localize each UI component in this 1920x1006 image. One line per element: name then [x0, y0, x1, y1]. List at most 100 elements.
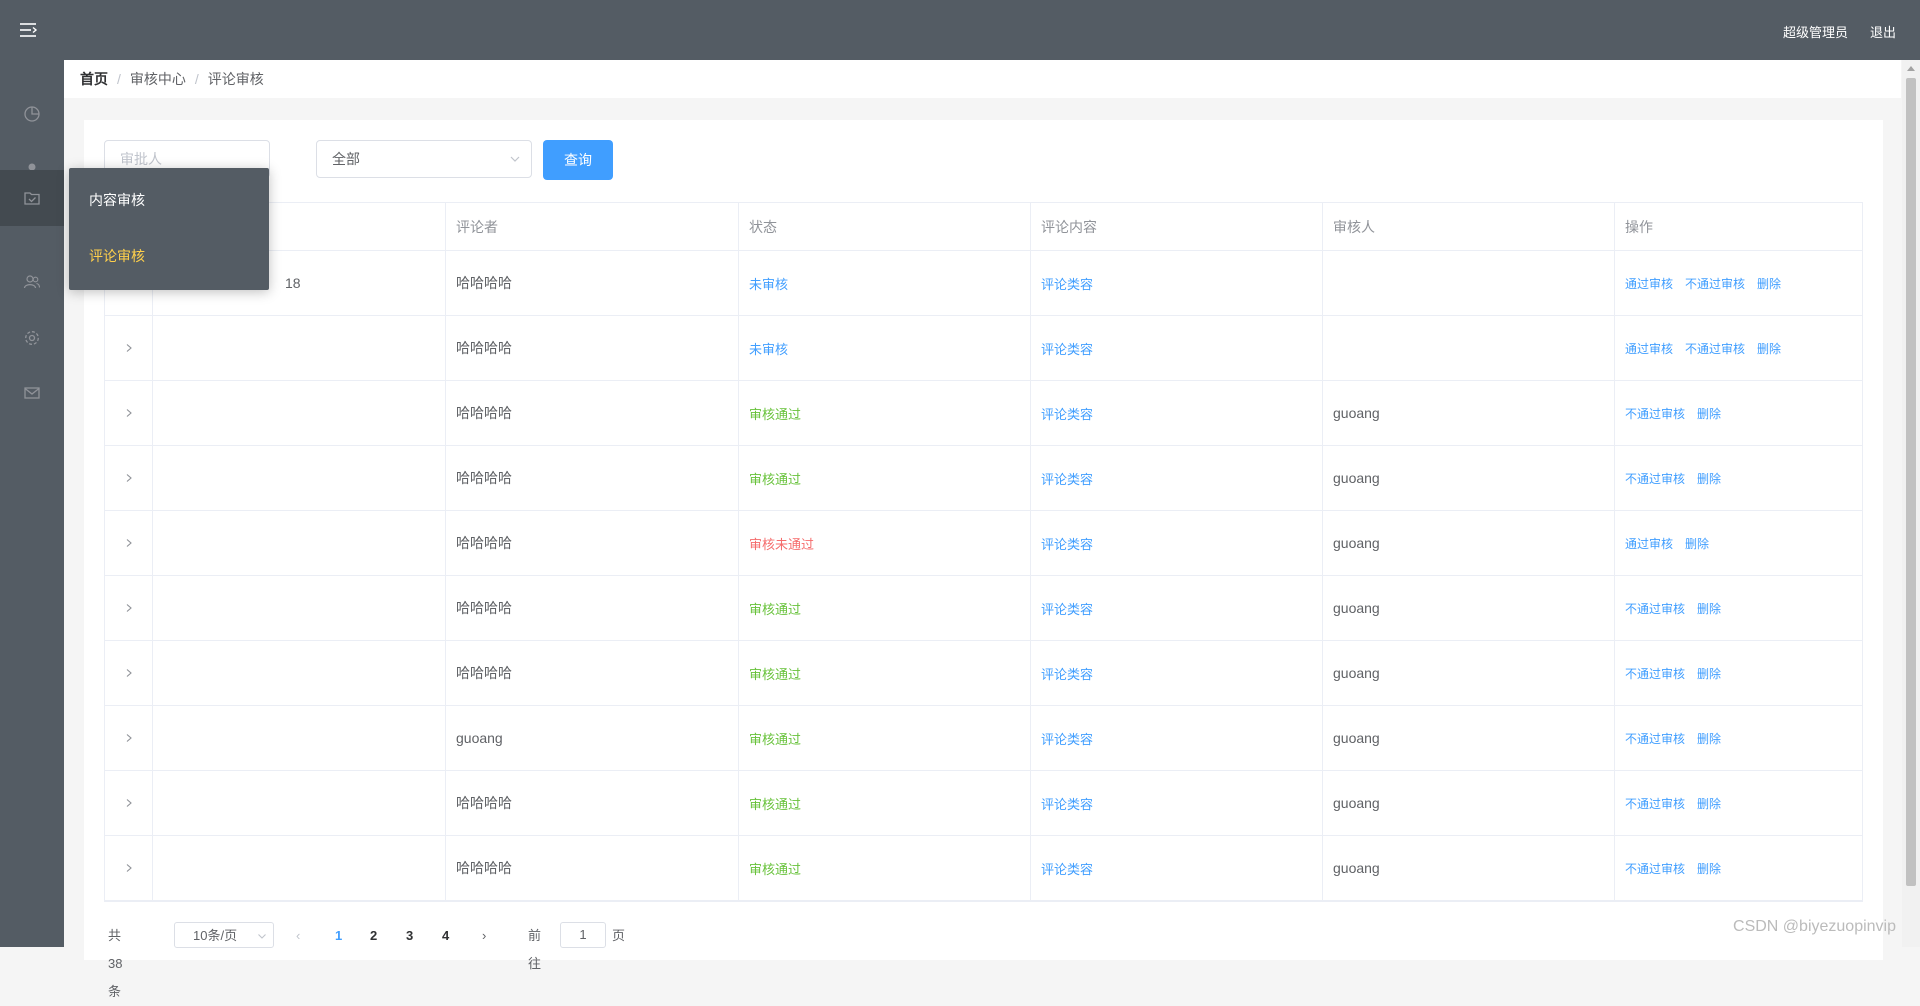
comment-content-link[interactable]: 评论类容: [1041, 274, 1093, 293]
approve-button[interactable]: 通过审核: [1625, 275, 1673, 292]
sidebar-item-dashboard[interactable]: [0, 86, 64, 142]
menu-toggle-icon[interactable]: [18, 20, 38, 40]
delete-button[interactable]: 删除: [1697, 795, 1721, 812]
delete-button[interactable]: 删除: [1697, 730, 1721, 747]
reject-button[interactable]: 不通过审核: [1625, 470, 1685, 487]
goto-page-input[interactable]: [560, 922, 606, 948]
expand-row-toggle[interactable]: [105, 771, 153, 835]
content-cell: 评论类容: [1031, 381, 1323, 445]
table-row: 哈哈哈哈 审核通过 评论类容 guoang 不通过审核 删除: [105, 771, 1862, 836]
comment-content-link[interactable]: 评论类容: [1041, 859, 1093, 878]
actions-cell: 不通过审核 删除: [1615, 446, 1862, 510]
expand-row-toggle[interactable]: [105, 576, 153, 640]
status-cell: 审核通过: [739, 576, 1031, 640]
breadcrumb-separator: /: [194, 71, 199, 87]
breadcrumb-home[interactable]: 首页: [80, 71, 108, 87]
row-blank-cell: [153, 511, 446, 575]
query-button[interactable]: 查询: [543, 140, 613, 180]
status-select[interactable]: 全部: [316, 140, 532, 178]
delete-button[interactable]: 删除: [1685, 535, 1709, 552]
delete-button[interactable]: 删除: [1757, 275, 1781, 292]
table-row: 哈哈哈哈 审核通过 评论类容 guoang 不通过审核 删除: [105, 576, 1862, 641]
reject-button[interactable]: 不通过审核: [1685, 340, 1745, 357]
sidebar-item-members[interactable]: [0, 254, 64, 310]
sidebar-item-audit[interactable]: [0, 170, 64, 226]
page-1-button[interactable]: 1: [335, 922, 342, 950]
expand-row-toggle[interactable]: [105, 381, 153, 445]
reject-button[interactable]: 不通过审核: [1685, 275, 1745, 292]
scrollbar-thumb[interactable]: [1906, 78, 1916, 886]
actions-cell: 不通过审核 删除: [1615, 576, 1862, 640]
next-page-button[interactable]: ›: [482, 922, 486, 950]
current-user-label[interactable]: 超级管理员: [1783, 22, 1848, 41]
submenu-item-comment-audit[interactable]: 评论审核: [69, 228, 269, 284]
gear-icon: [25, 331, 39, 345]
scroll-up-arrow[interactable]: [1907, 66, 1915, 71]
content-cell: 评论类容: [1031, 511, 1323, 575]
page-3-button[interactable]: 3: [406, 922, 413, 950]
commenter-cell: 哈哈哈哈: [446, 316, 739, 380]
main-card: 全部 查询 评论者 状态 评论内容 审核人 操作 18哈哈哈哈未审核评论类容通过…: [84, 120, 1883, 999]
submenu-item-content-audit[interactable]: 内容审核: [69, 172, 269, 228]
prev-page-button[interactable]: ‹: [296, 922, 300, 950]
page-4-button[interactable]: 4: [442, 922, 449, 950]
comment-content-link[interactable]: 评论类容: [1041, 404, 1093, 423]
expand-row-toggle[interactable]: [105, 511, 153, 575]
logout-link[interactable]: 退出: [1870, 22, 1896, 41]
comment-content-link[interactable]: 评论类容: [1041, 664, 1093, 683]
actions-cell: 不通过审核 删除: [1615, 771, 1862, 835]
sidebar-item-settings[interactable]: [0, 310, 64, 366]
expand-row-toggle[interactable]: [105, 836, 153, 900]
status-badge: 未审核: [749, 341, 789, 357]
commenter-cell: 哈哈哈哈: [446, 251, 739, 315]
row-blank-cell: [153, 446, 446, 510]
status-cell: 未审核: [739, 316, 1031, 380]
auditor-cell: guoang: [1323, 446, 1615, 510]
comment-content-link[interactable]: 评论类容: [1041, 729, 1093, 748]
delete-button[interactable]: 删除: [1697, 600, 1721, 617]
delete-button[interactable]: 删除: [1697, 665, 1721, 682]
content-cell: 评论类容: [1031, 771, 1323, 835]
comment-content-link[interactable]: 评论类容: [1041, 599, 1093, 618]
delete-button[interactable]: 删除: [1757, 340, 1781, 357]
delete-button[interactable]: 删除: [1697, 405, 1721, 422]
comment-content-link[interactable]: 评论类容: [1041, 469, 1093, 488]
reject-button[interactable]: 不通过审核: [1625, 860, 1685, 877]
reject-button[interactable]: 不通过审核: [1625, 600, 1685, 617]
delete-button[interactable]: 删除: [1697, 470, 1721, 487]
status-badge: 审核通过: [749, 471, 802, 487]
commenter-cell: guoang: [446, 706, 739, 770]
expand-row-toggle[interactable]: [105, 316, 153, 380]
approve-button[interactable]: 通过审核: [1625, 340, 1673, 357]
content-cell: 评论类容: [1031, 576, 1323, 640]
table-header-status: 状态: [739, 203, 1031, 250]
approve-button[interactable]: 通过审核: [1625, 535, 1673, 552]
actions-cell: 通过审核 删除: [1615, 511, 1862, 575]
sidebar-item-messages[interactable]: [0, 365, 64, 421]
status-badge: 未审核: [749, 276, 789, 292]
reject-button[interactable]: 不通过审核: [1625, 730, 1685, 747]
reject-button[interactable]: 不通过审核: [1625, 405, 1685, 422]
actions-cell: 通过审核 不通过审核 删除: [1615, 251, 1862, 315]
actions-cell: 不通过审核 删除: [1615, 706, 1862, 770]
expand-row-toggle[interactable]: [105, 706, 153, 770]
auditor-cell: [1323, 316, 1615, 380]
comment-content-link[interactable]: 评论类容: [1041, 339, 1093, 358]
chevron-right-icon: [126, 604, 132, 612]
auditor-cell: guoang: [1323, 771, 1615, 835]
expand-row-toggle[interactable]: [105, 446, 153, 510]
auditor-cell: guoang: [1323, 641, 1615, 705]
page-size-select[interactable]: 10条/页: [174, 922, 274, 948]
chevron-right-icon: [126, 474, 132, 482]
comment-content-link[interactable]: 评论类容: [1041, 794, 1093, 813]
delete-button[interactable]: 删除: [1697, 860, 1721, 877]
reject-button[interactable]: 不通过审核: [1625, 795, 1685, 812]
reject-button[interactable]: 不通过审核: [1625, 665, 1685, 682]
auditor-cell: guoang: [1323, 511, 1615, 575]
page-2-button[interactable]: 2: [370, 922, 377, 950]
content-cell: 评论类容: [1031, 641, 1323, 705]
comment-content-link[interactable]: 评论类容: [1041, 534, 1093, 553]
expand-row-toggle[interactable]: [105, 641, 153, 705]
actions-cell: 不通过审核 删除: [1615, 381, 1862, 445]
status-cell: 审核通过: [739, 836, 1031, 900]
